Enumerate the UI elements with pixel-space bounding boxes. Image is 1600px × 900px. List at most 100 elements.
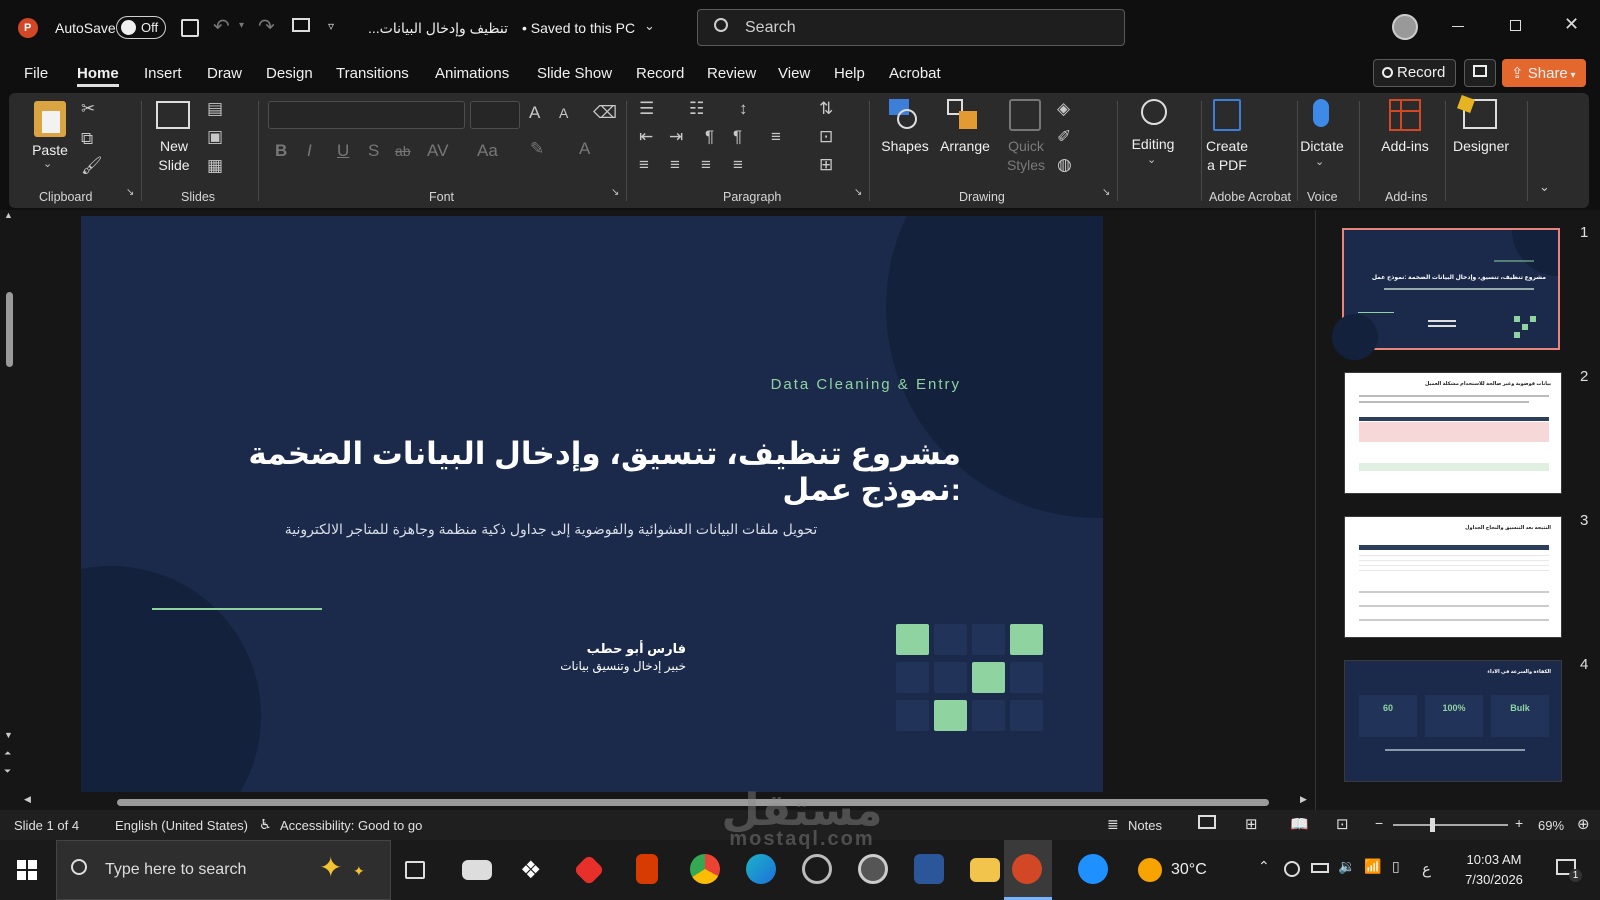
slideshow-icon[interactable]: ⊡ xyxy=(1336,815,1349,833)
thumbnail-slide-2[interactable]: بيانات فوضوية وغير صالحة للاستخدام مشكلة… xyxy=(1344,372,1562,494)
slide-canvas[interactable]: Data Cleaning & Entry مشروع تنظيف، تنسيق… xyxy=(81,216,1103,792)
font-name-combobox[interactable] xyxy=(268,101,465,129)
device-icon[interactable]: ▯ xyxy=(1392,858,1400,875)
smartart-icon[interactable]: ⊞ xyxy=(819,155,833,175)
author-name[interactable]: فارس أبو حطب xyxy=(381,641,686,657)
powerpoint-logo-icon[interactable]: P xyxy=(18,18,38,38)
chevron-down-icon[interactable]: ⌄ xyxy=(644,18,655,34)
addins-label[interactable]: Add-ins xyxy=(1373,137,1437,156)
slide-title[interactable]: مشروع تنظيف، تنسيق، وإدخال البيانات الضخ… xyxy=(141,436,961,508)
tab-review[interactable]: Review xyxy=(707,65,756,82)
tab-slide-show[interactable]: Slide Show xyxy=(537,65,612,82)
dialog-launcher-icon[interactable]: ↘ xyxy=(126,187,134,198)
justify-icon[interactable]: ≡ xyxy=(733,155,743,175)
dropbox-icon[interactable]: ❖ xyxy=(520,856,550,886)
font-size-combobox[interactable] xyxy=(470,101,520,129)
tab-animations[interactable]: Animations xyxy=(435,65,509,82)
line-spacing-icon[interactable]: ↕ xyxy=(739,99,748,119)
notes-icon[interactable]: ≣ xyxy=(1107,816,1119,833)
tab-help[interactable]: Help xyxy=(834,65,865,82)
decrease-font-icon[interactable]: A xyxy=(559,105,568,121)
edge-icon[interactable] xyxy=(746,854,776,884)
bold-icon[interactable]: B xyxy=(275,141,287,161)
italic-icon[interactable]: I xyxy=(307,141,312,161)
ltr-icon[interactable]: ¶ xyxy=(705,127,714,147)
thumbnail-slide-3[interactable]: النتيجة بعد التنسيق والنجاح الجداول xyxy=(1344,516,1562,638)
fit-to-window-icon[interactable]: ⊕ xyxy=(1577,815,1590,833)
thumbnail-slide-4[interactable]: الكفاءة والسرعة في الأداء 60 100% Bulk xyxy=(1344,660,1562,782)
weather-temp[interactable]: 30°C xyxy=(1171,861,1207,879)
tab-view[interactable]: View xyxy=(778,65,810,82)
present-icon[interactable] xyxy=(292,18,310,32)
next-slide-icon[interactable]: ⏷ xyxy=(4,766,11,777)
scroll-up-icon[interactable]: ▲ xyxy=(4,210,13,220)
mail-icon[interactable] xyxy=(462,860,492,880)
paste-icon[interactable] xyxy=(34,101,66,137)
accessibility-icon[interactable]: ♿ xyxy=(259,816,272,833)
office-icon[interactable] xyxy=(636,854,658,884)
tab-design[interactable]: Design xyxy=(266,65,313,82)
accessibility-status[interactable]: Accessibility: Good to go xyxy=(280,818,422,833)
account-icon[interactable] xyxy=(1392,14,1418,40)
thumbnail-slide-1[interactable]: مشروع تنظيف، تنسيق، وإدخال البيانات الضخ… xyxy=(1332,228,1560,360)
tab-file[interactable]: File xyxy=(24,65,48,82)
tab-record[interactable]: Record xyxy=(636,65,684,82)
share-button[interactable]: ⇪ Share ▾ xyxy=(1502,59,1586,87)
tab-home[interactable]: Home xyxy=(77,65,119,87)
zoom-slider[interactable] xyxy=(1393,818,1508,832)
increase-font-icon[interactable]: A xyxy=(529,103,540,123)
dialog-launcher-icon[interactable]: ↘ xyxy=(1102,187,1110,198)
redo-icon[interactable]: ↷ xyxy=(258,14,275,39)
designer-label[interactable]: Designer xyxy=(1449,137,1513,156)
copy-icon[interactable]: ⧉ xyxy=(81,129,93,149)
shape-fill-icon[interactable]: ◈ xyxy=(1057,99,1070,119)
chevron-down-icon[interactable]: ⌄ xyxy=(1147,153,1156,166)
create-pdf-label[interactable]: Create a PDF xyxy=(1199,137,1255,175)
editing-label[interactable]: Editing xyxy=(1121,135,1185,154)
notes-button[interactable]: Notes xyxy=(1128,818,1162,833)
font-color-icon[interactable]: A xyxy=(579,139,590,159)
tab-transitions[interactable]: Transitions xyxy=(336,65,409,82)
shapes-icon[interactable] xyxy=(889,99,919,129)
record-button[interactable]: Record xyxy=(1373,59,1456,87)
dictate-label[interactable]: Dictate xyxy=(1297,137,1347,156)
strikethrough-icon[interactable]: ab xyxy=(395,143,411,159)
change-case-icon[interactable]: Aa xyxy=(477,141,498,161)
text-direction-icon[interactable]: ⊡ xyxy=(819,127,833,147)
scroll-thumb[interactable] xyxy=(6,292,13,367)
zoom-in-icon[interactable]: + xyxy=(1515,815,1523,831)
rtl-icon[interactable]: ¶ xyxy=(733,127,742,147)
record-tray-icon[interactable] xyxy=(1284,861,1300,877)
language-indicator[interactable]: English (United States) xyxy=(115,818,248,833)
new-slide-label[interactable]: New Slide xyxy=(149,137,199,175)
cut-icon[interactable]: ✂ xyxy=(81,99,95,119)
columns-icon[interactable]: ≡ xyxy=(771,127,781,147)
zoom-out-icon[interactable]: − xyxy=(1375,815,1383,831)
weather-icon[interactable] xyxy=(1138,858,1162,882)
vertical-scrollbar[interactable]: ▲ ▼ ⏶ ⏷ xyxy=(0,210,20,790)
section-icon[interactable]: ▦ xyxy=(207,156,223,176)
volume-icon[interactable]: 🔉 xyxy=(1338,858,1355,875)
highlight-icon[interactable]: ✎ xyxy=(530,139,544,159)
microphone-icon[interactable] xyxy=(1313,99,1329,127)
autosave-toggle[interactable]: Off xyxy=(116,16,166,39)
numbering-icon[interactable]: ☷ xyxy=(689,99,704,119)
network-icon[interactable]: 📶 xyxy=(1364,858,1381,875)
character-spacing-icon[interactable]: AV xyxy=(427,141,448,161)
battery-icon[interactable] xyxy=(1311,863,1329,873)
close-icon[interactable]: ✕ xyxy=(1564,14,1579,35)
settings-icon[interactable] xyxy=(802,854,832,884)
designer-icon[interactable] xyxy=(1457,95,1497,129)
chrome-icon[interactable] xyxy=(690,854,720,884)
magnifier-icon[interactable] xyxy=(1141,99,1167,125)
tab-insert[interactable]: Insert xyxy=(144,65,182,82)
clear-formatting-icon[interactable]: ⌫ xyxy=(593,103,617,123)
task-view-icon[interactable] xyxy=(405,861,425,879)
shapes-label[interactable]: Shapes xyxy=(877,137,933,156)
comments-button[interactable] xyxy=(1464,59,1496,87)
app-red-icon[interactable] xyxy=(573,854,605,886)
create-pdf-icon[interactable] xyxy=(1213,99,1241,131)
chevron-down-icon[interactable]: ⌄ xyxy=(43,157,52,170)
save-status[interactable]: • Saved to this PC xyxy=(522,20,635,36)
slide-sorter-icon[interactable]: ⊞ xyxy=(1245,815,1258,833)
